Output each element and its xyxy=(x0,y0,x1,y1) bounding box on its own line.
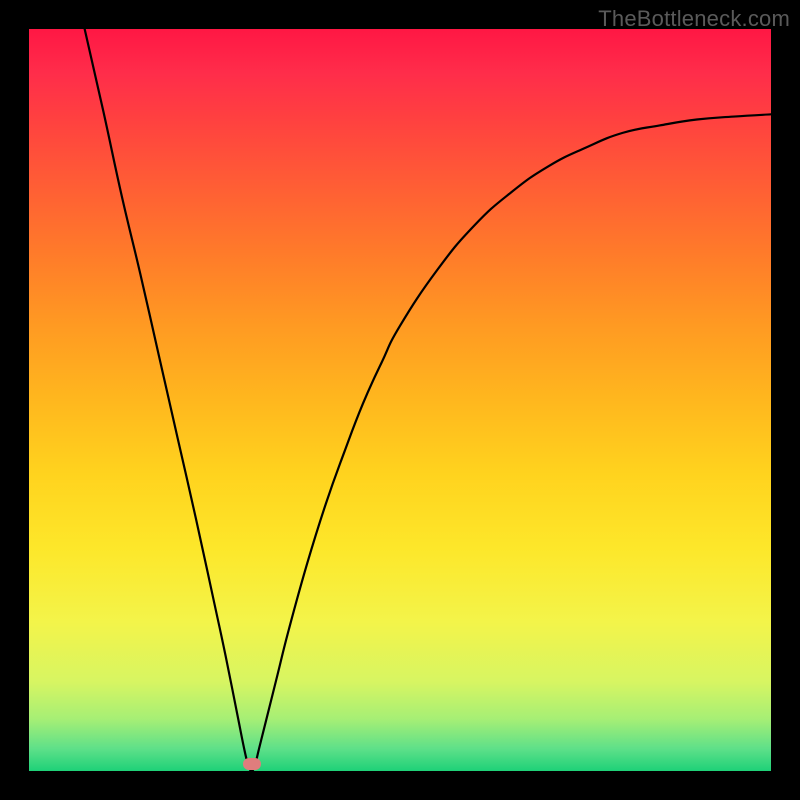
chart-curve-line xyxy=(85,29,771,771)
chart-minimum-marker xyxy=(243,758,261,770)
watermark-text: TheBottleneck.com xyxy=(598,6,790,32)
chart-curve-svg xyxy=(29,29,771,771)
chart-plot-area xyxy=(29,29,771,771)
